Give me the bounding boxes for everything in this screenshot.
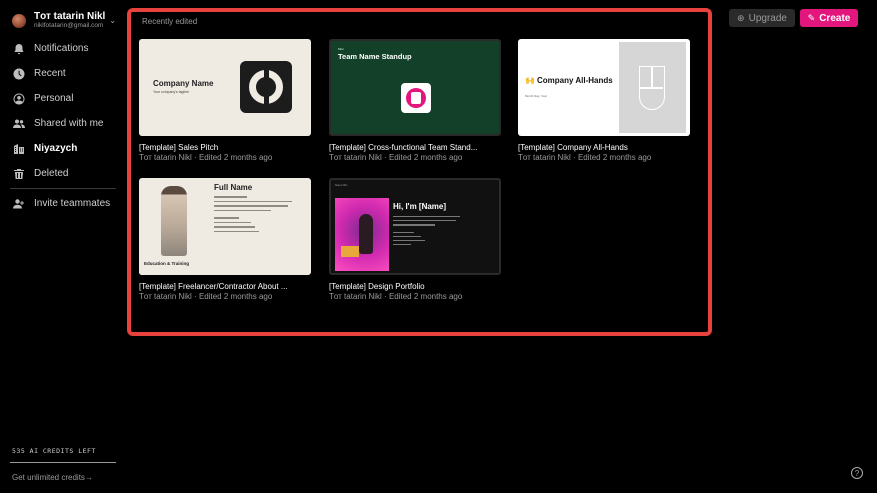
card-title[interactable]: [Template] Sales Pitch (139, 143, 311, 152)
logo-icon (639, 66, 665, 110)
upgrade-label: Upgrade (748, 12, 787, 24)
user-circle-icon (12, 92, 26, 106)
help-icon[interactable]: ? (851, 467, 863, 479)
card-title[interactable]: [Template] Cross-functional Team Stand..… (329, 143, 501, 152)
create-label: Create (819, 12, 851, 24)
building-icon (12, 142, 26, 156)
users-icon (12, 117, 26, 131)
presentation-card[interactable]: Mon Team Name Standup [Template] Cross-f… (329, 39, 501, 162)
bell-icon (12, 42, 26, 56)
presentation-card[interactable]: Company Name Your company's tagline [Tem… (139, 39, 311, 162)
avatar (12, 14, 26, 28)
card-thumbnail[interactable]: Company Name Your company's tagline (139, 39, 311, 136)
sidebar-item-label: Notifications (34, 43, 89, 54)
card-thumbnail[interactable]: Education & Training Full Name (139, 178, 311, 275)
thumb-text-lines (393, 216, 463, 248)
sidebar-item-recent[interactable]: Recent (12, 61, 120, 86)
thumb-small-text: Name Bio (335, 183, 348, 187)
sidebar-nav: Notifications Recent Personal Shared wit… (12, 36, 120, 186)
create-button[interactable]: ✎ Create (800, 9, 858, 27)
get-unlimited-credits-link[interactable]: Get unlimited credits→ (12, 473, 93, 482)
sidebar-item-niyazych[interactable]: Niyazych (12, 136, 120, 161)
chevron-down-icon: ⌄ (109, 16, 116, 25)
sidebar-item-label: Shared with me (34, 118, 104, 129)
presentation-card[interactable]: Education & Training Full Name [Template… (139, 178, 311, 301)
sidebar-item-shared[interactable]: Shared with me (12, 111, 120, 136)
thumb-text-lines (214, 196, 296, 235)
ai-credits-label: 535 AI CREDITS LEFT (12, 447, 96, 455)
card-title[interactable]: [Template] Company All-Hands (518, 143, 690, 152)
card-title[interactable]: [Template] Freelancer/Contractor About .… (139, 282, 311, 291)
trash-icon (12, 167, 26, 181)
sidebar-item-label: Personal (34, 93, 74, 104)
thumb-heading: Company All-Hands (537, 76, 613, 85)
sidebar-item-deleted[interactable]: Deleted (12, 161, 120, 186)
sidebar-item-label: Deleted (34, 168, 69, 179)
thumb-small-text: Mon (338, 47, 344, 51)
card-meta: Tот tatarin Nikl · Edited 2 months ago (518, 153, 652, 162)
thumb-heading: Hi, I'm [Name] (393, 202, 447, 211)
clock-icon (12, 67, 26, 81)
sidebar-divider (10, 188, 116, 189)
invite-teammates-button[interactable]: Invite teammates (12, 191, 120, 216)
user-name: Tот tatarin Nikl (34, 11, 106, 23)
raised-hands-icon: 🙌 (525, 76, 535, 85)
portrait-image (161, 186, 187, 256)
edit-icon: ✎ (807, 12, 816, 23)
section-title: Recently edited (142, 17, 198, 26)
thumb-subtitle: Education & Training (144, 261, 190, 266)
thumb-heading: Company Name (153, 79, 214, 88)
card-thumbnail[interactable]: 🙌 Company All-Hands Month Day, Year (518, 39, 690, 136)
user-email: niklfotatarin@gmail.com (34, 22, 104, 30)
thumb-heading: Team Name Standup (338, 52, 412, 61)
user-plus-icon (12, 197, 26, 211)
logo-icon (240, 61, 292, 113)
upgrade-button[interactable]: ⊕ Upgrade (729, 9, 795, 27)
sidebar-item-personal[interactable]: Personal (12, 86, 120, 111)
card-thumbnail[interactable]: Mon Team Name Standup (329, 39, 501, 136)
account-switcher[interactable]: Tот tatarin Nikl niklfotatarin@gmail.com… (12, 10, 120, 32)
thumb-heading: Full Name (214, 183, 253, 192)
card-thumbnail[interactable]: Name Bio Hi, I'm [Name] (329, 178, 501, 275)
portfolio-photo (335, 198, 389, 271)
invite-teammates-label: Invite teammates (34, 198, 111, 209)
card-title[interactable]: [Template] Design Portfolio (329, 282, 501, 291)
card-meta: Tот tatarin Nikl · Edited 2 months ago (329, 153, 463, 162)
thumb-image-placeholder (619, 42, 686, 133)
presentation-card[interactable]: Name Bio Hi, I'm [Name] [Template] Desig… (329, 178, 501, 301)
logo-icon (401, 83, 431, 113)
sidebar-item-notifications[interactable]: Notifications (12, 36, 120, 61)
card-meta: Tот tatarin Nikl · Edited 2 months ago (139, 153, 273, 162)
thumb-subtitle: Your company's tagline (153, 90, 189, 94)
presentation-card[interactable]: 🙌 Company All-Hands Month Day, Year [Tem… (518, 39, 690, 162)
sidebar: Tот tatarin Nikl niklfotatarin@gmail.com… (0, 0, 126, 493)
ai-credits-bar (10, 462, 116, 463)
upgrade-icon: ⊕ (737, 12, 745, 23)
sidebar-item-label: Recent (34, 68, 66, 79)
card-meta: Tот tatarin Nikl · Edited 2 months ago (329, 292, 463, 301)
thumb-subtitle: Month Day, Year (525, 94, 547, 98)
sidebar-item-label: Niyazych (34, 143, 78, 154)
card-meta: Tот tatarin Nikl · Edited 2 months ago (139, 292, 273, 301)
